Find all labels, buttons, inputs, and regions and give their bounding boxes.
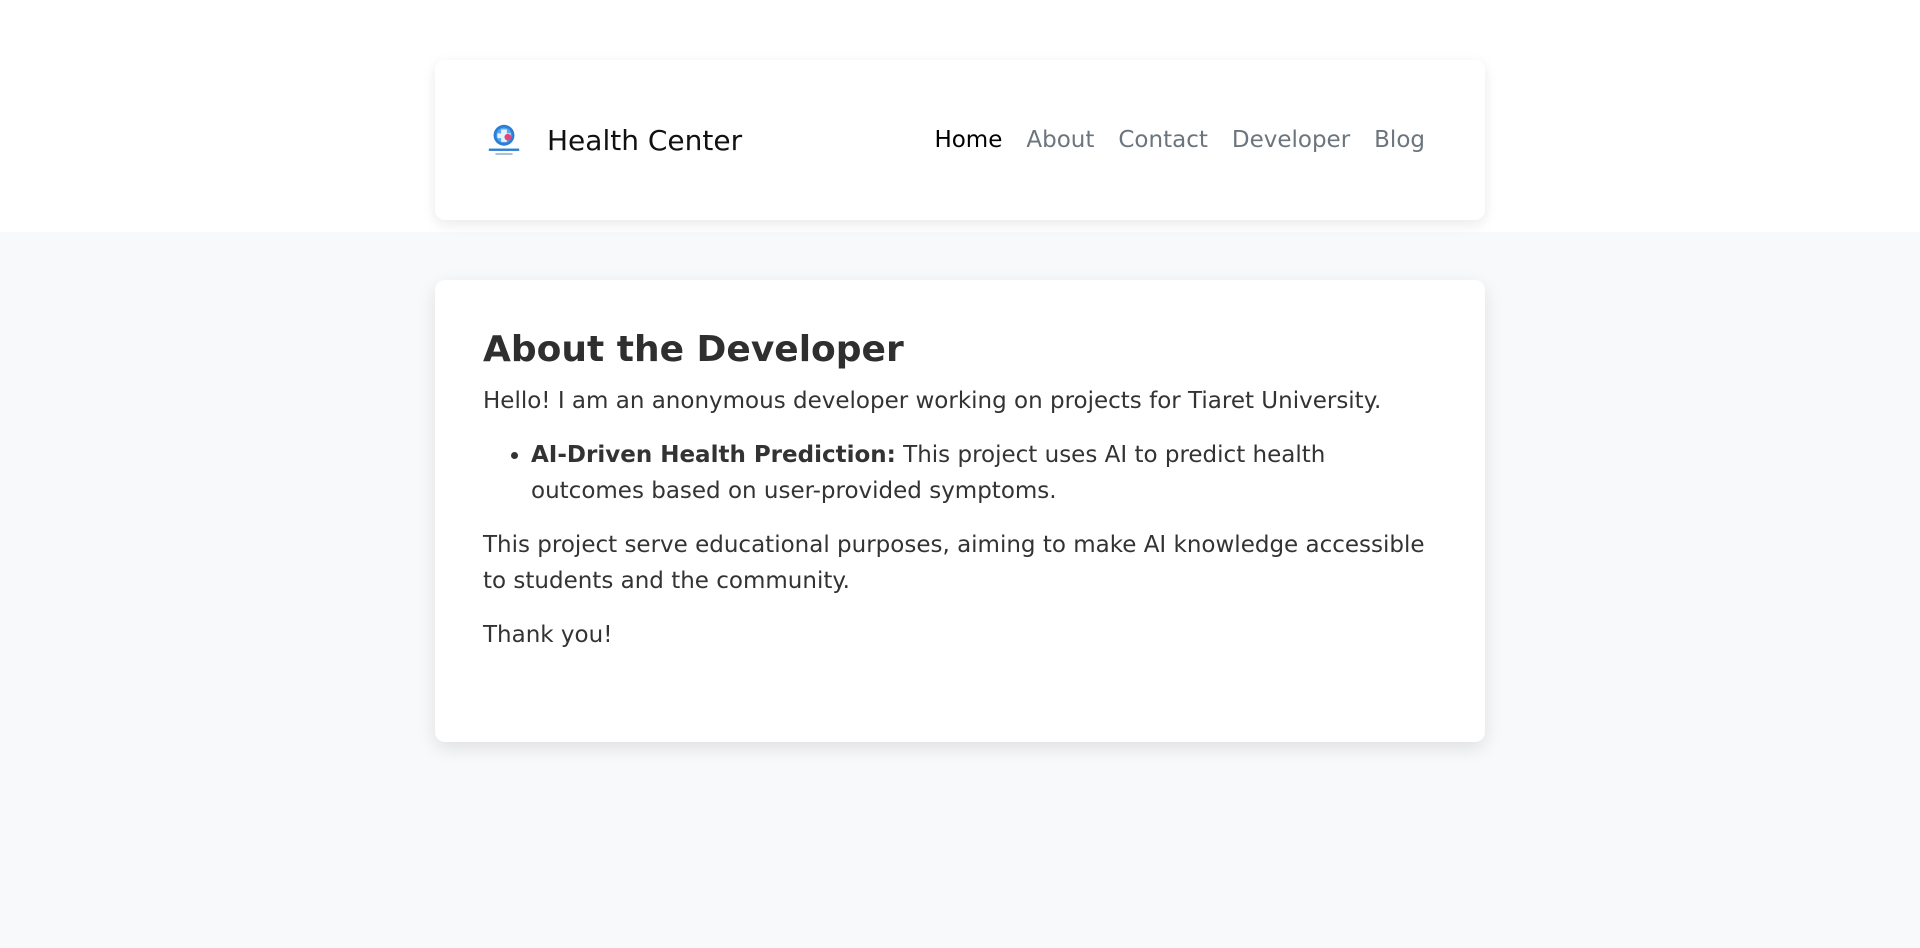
nav-link-home[interactable]: Home [934, 127, 1002, 153]
page-title: About the Developer [483, 329, 904, 370]
nav-links: Home About Contact Developer Blog [934, 127, 1425, 153]
project-item: AI-Driven Health Prediction: This projec… [531, 437, 1437, 509]
project-list: AI-Driven Health Prediction: This projec… [483, 437, 1437, 509]
intro-text: Hello! I am an anonymous developer worki… [483, 388, 1382, 415]
closing-text: Thank you! [483, 622, 613, 649]
nav-link-contact[interactable]: Contact [1118, 127, 1207, 153]
brand-name: Health Center [547, 123, 743, 157]
nav-link-about[interactable]: About [1026, 127, 1094, 153]
about-developer-card: About the Developer Hello! I am an anony… [435, 280, 1485, 742]
purpose-text: This project serve educational purposes,… [483, 532, 1425, 595]
nav-link-blog[interactable]: Blog [1374, 127, 1425, 153]
nav-link-developer[interactable]: Developer [1232, 127, 1350, 153]
health-center-logo-icon [488, 124, 520, 155]
navbar: Health Center Home About Contact Develop… [435, 60, 1485, 220]
brand-link[interactable]: Health Center [485, 121, 742, 159]
project-name: AI-Driven Health Prediction: [531, 442, 896, 469]
